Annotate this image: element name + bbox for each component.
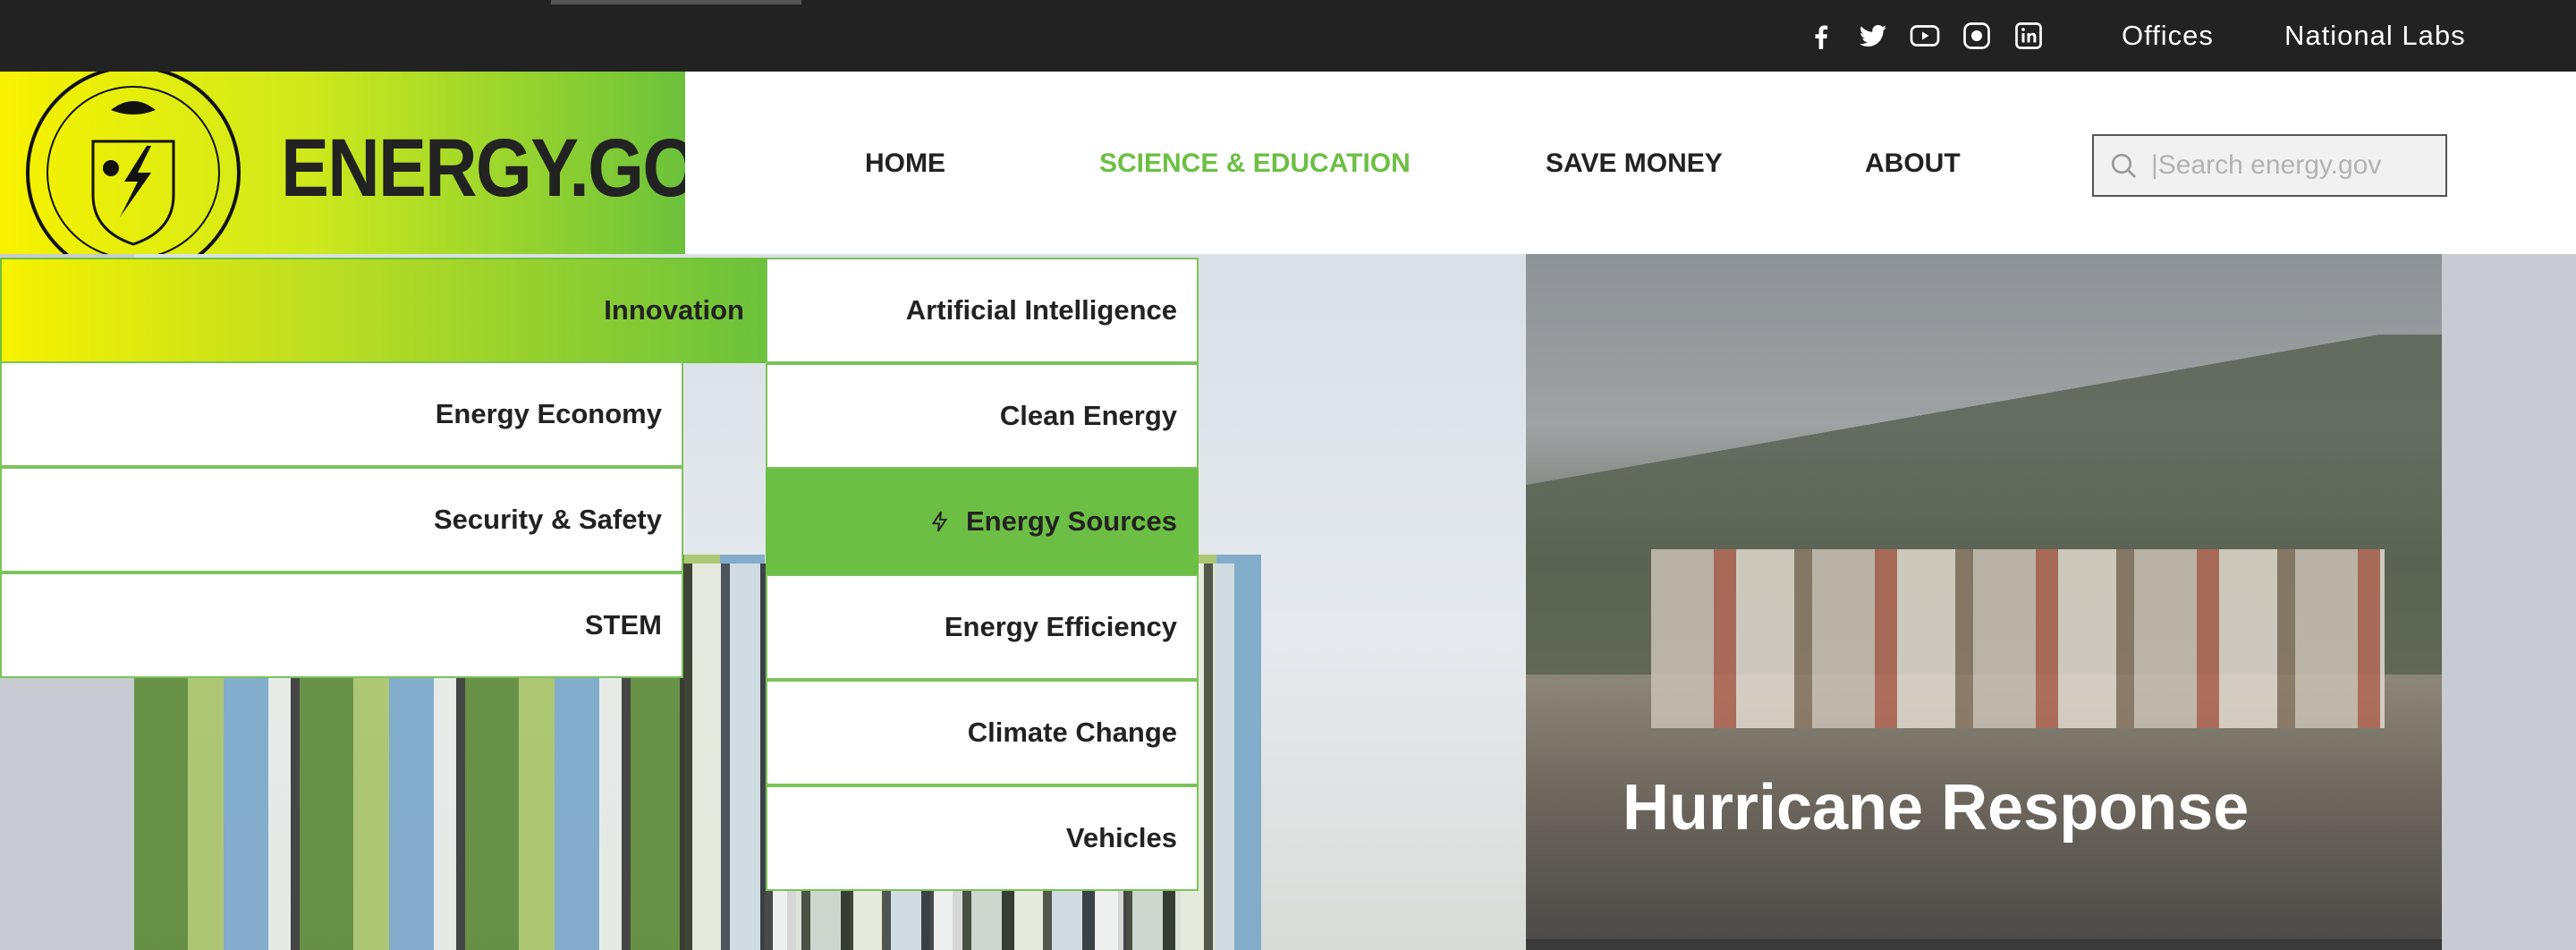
search-icon	[2111, 153, 2136, 178]
bolt-icon	[931, 511, 948, 532]
nav-about[interactable]: ABOUT	[1865, 148, 1961, 179]
search-input[interactable]	[2151, 136, 2437, 195]
linkedin-icon[interactable]	[2011, 18, 2046, 54]
nav-home[interactable]: HOME	[865, 148, 945, 179]
submenu-climate-change[interactable]: Climate Change	[766, 680, 1199, 785]
instagram-icon[interactable]	[1959, 18, 1995, 54]
utility-bar: Offices National Labs	[0, 0, 2576, 72]
submenu-energy-sources-label: Energy Sources	[965, 505, 1177, 537]
submenu-clean-energy[interactable]: Clean Energy	[766, 363, 1199, 469]
submenu-energy-efficiency[interactable]: Energy Efficiency	[766, 574, 1199, 680]
doe-seal-icon	[26, 72, 241, 254]
submenu-vehicles[interactable]: Vehicles	[766, 785, 1199, 891]
youtube-icon[interactable]	[1907, 18, 1943, 54]
menu-energy-economy[interactable]: Energy Economy	[0, 361, 683, 467]
menu-security-safety[interactable]: Security & Safety	[0, 467, 683, 573]
nav-science-education[interactable]: SCIENCE & EDUCATION	[1099, 148, 1411, 179]
coastal-town	[1651, 549, 2385, 728]
menu-innovation[interactable]: Innovation	[0, 258, 766, 363]
logo-link[interactable]: ENERGY.GOV	[0, 72, 685, 254]
menu-stem[interactable]: STEM	[0, 573, 683, 678]
brand-wordmark: ENERGY.GOV	[281, 123, 685, 214]
search-box[interactable]	[2092, 134, 2447, 197]
facebook-icon[interactable]	[1803, 18, 1839, 54]
offices-link[interactable]: Offices	[2122, 20, 2214, 52]
social-links	[1803, 18, 2046, 54]
twitter-icon[interactable]	[1855, 18, 1891, 54]
feature-card-title[interactable]: Hurricane Response	[1623, 771, 2249, 844]
submenu-artificial-intelligence[interactable]: Artificial Intelligence	[766, 258, 1199, 363]
site-header: ENERGY.GOV HOME SCIENCE & EDUCATION SAVE…	[0, 72, 2576, 254]
submenu-energy-sources[interactable]: Energy Sources	[766, 469, 1199, 574]
nav-save-money[interactable]: SAVE MONEY	[1546, 148, 1723, 179]
loading-indicator	[551, 0, 801, 4]
next-card-strip	[1526, 939, 2442, 950]
national-labs-link[interactable]: National Labs	[2284, 20, 2466, 52]
